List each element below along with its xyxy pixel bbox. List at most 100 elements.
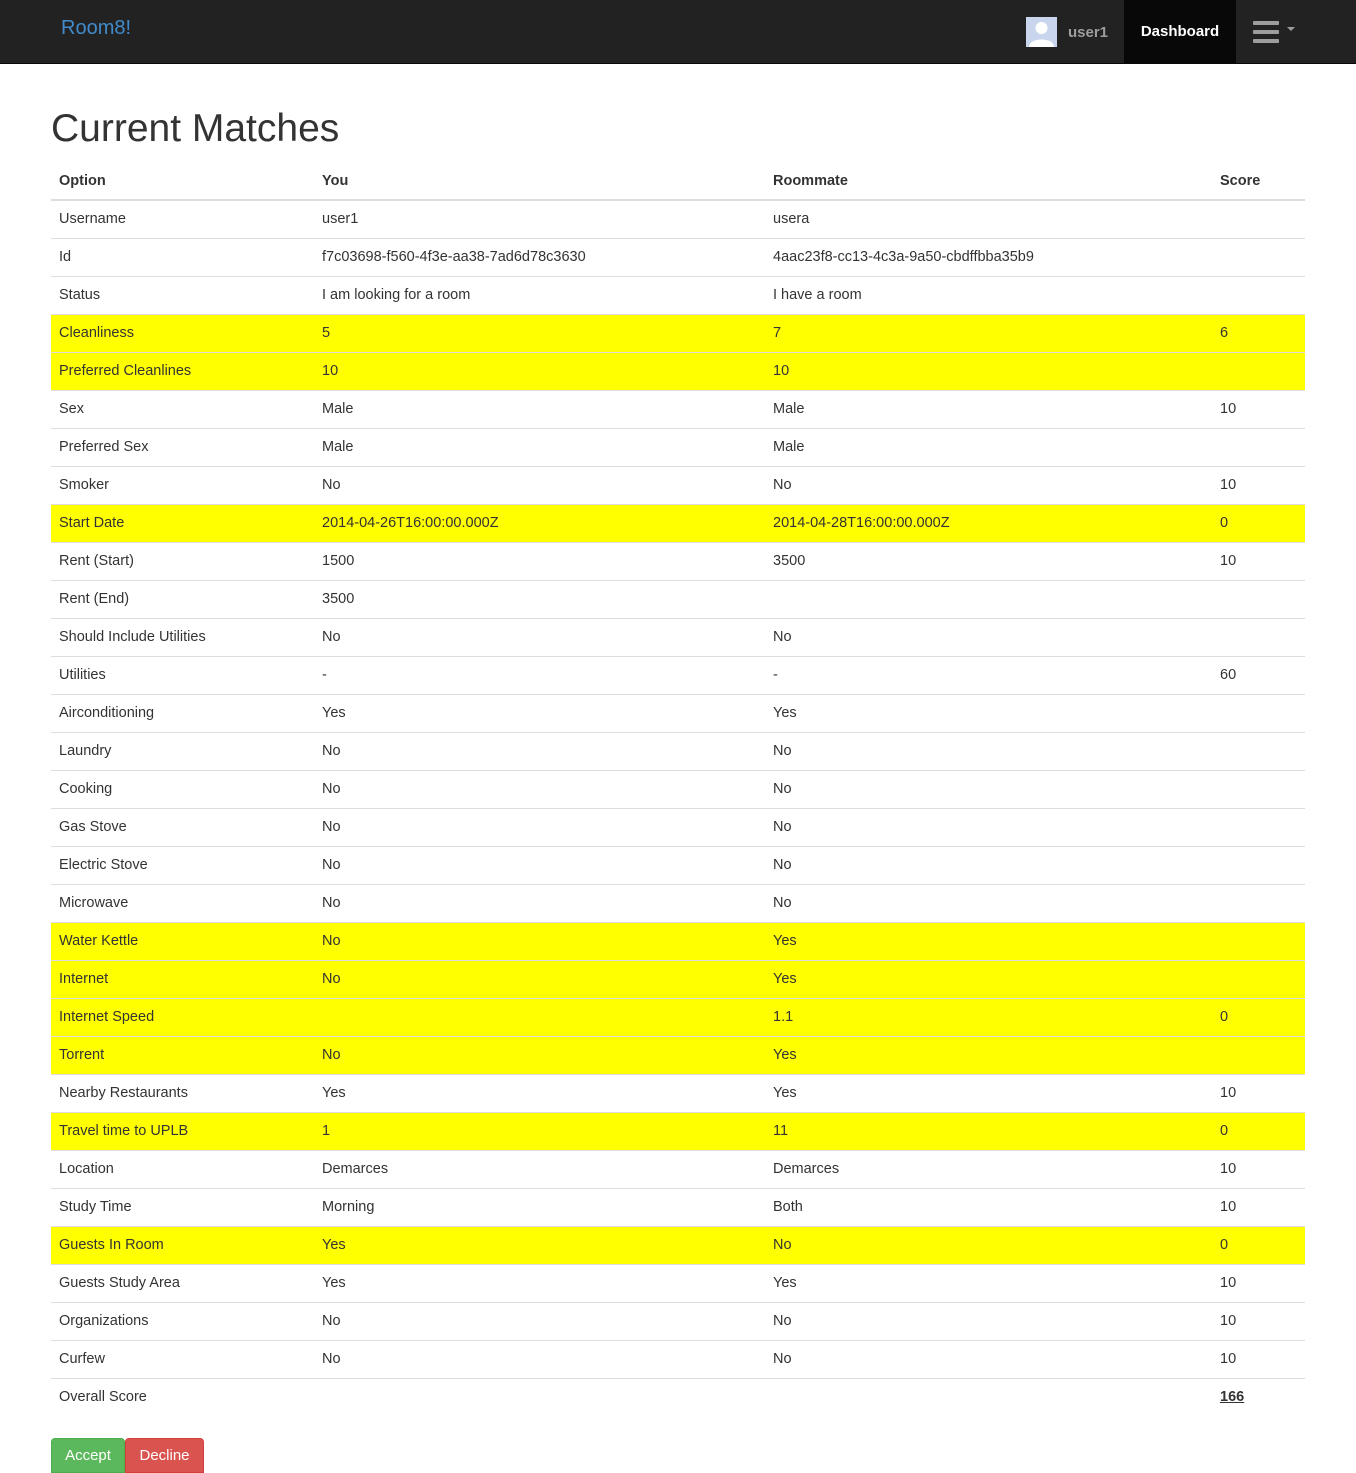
table-row: Should Include Utilities No No — [51, 617, 1305, 656]
option-cell: Internet Speed — [51, 997, 314, 1036]
table-row: Torrent No Yes — [51, 1035, 1305, 1074]
overall-score-row: Overall Score 166 — [51, 1377, 1305, 1416]
score-cell — [1212, 693, 1305, 732]
score-cell — [1212, 769, 1305, 808]
accept-button[interactable]: Accept — [51, 1438, 125, 1473]
roommate-cell: 10 — [765, 351, 1212, 390]
score-cell — [1212, 921, 1305, 960]
roommate-cell: No — [765, 807, 1212, 846]
table-row: Organizations No No 10 — [51, 1301, 1305, 1340]
option-cell: Start Date — [51, 503, 314, 542]
you-cell: No — [314, 883, 765, 922]
you-cell: Male — [314, 427, 765, 466]
you-cell: I am looking for a room — [314, 275, 765, 314]
option-cell: Cooking — [51, 769, 314, 808]
user-avatar-icon — [1026, 17, 1057, 47]
you-cell: Yes — [314, 1263, 765, 1302]
table-row: Electric Stove No No — [51, 845, 1305, 884]
table-row: Preferred Cleanlines 10 10 — [51, 351, 1305, 390]
roommate-cell: Yes — [765, 1263, 1212, 1302]
option-cell: Guests Study Area — [51, 1263, 314, 1302]
roommate-cell: I have a room — [765, 275, 1212, 314]
option-cell: Username — [59, 211, 126, 228]
score-cell: 10 — [1212, 1263, 1305, 1302]
score-cell: 10 — [1212, 1073, 1305, 1112]
option-cell: Electric Stove — [51, 845, 314, 884]
table-row: Internet No Yes — [51, 959, 1305, 998]
roommate-cell: Yes — [765, 959, 1212, 998]
roommate-cell: 2014-04-28T16:00:00.000Z — [765, 503, 1212, 542]
you-cell: f7c03698-f560-4f3e-aa38-7ad6d78c3630 — [314, 237, 765, 276]
score-cell — [1212, 807, 1305, 846]
option-cell: Utilities — [51, 655, 314, 694]
brand-link[interactable]: Room8! — [61, 15, 131, 41]
you-cell: Yes — [314, 1073, 765, 1112]
you-cell: 1 — [314, 1111, 765, 1150]
option-cell: Sex — [51, 389, 314, 428]
table-row: Location Demarces Demarces 10 — [51, 1149, 1305, 1188]
score-cell: 10 — [1212, 1187, 1305, 1226]
you-cell: No — [314, 1301, 765, 1340]
score-cell — [1212, 427, 1305, 466]
score-cell — [1212, 731, 1305, 770]
roommate-cell: No — [765, 769, 1212, 808]
you-cell: No — [314, 617, 765, 656]
option-cell: Cleanliness — [51, 313, 314, 352]
table-row: Internet Speed 1.1 0 — [51, 997, 1305, 1036]
table-body: Username user1 usera Id f7c03698-f560-4f3e-a… — [51, 200, 1305, 1416]
roommate-cell: Yes — [765, 693, 1212, 732]
option-cell: Id — [51, 237, 314, 276]
navbar: Room8! user1 Dashboard — [0, 0, 1356, 64]
user-menu[interactable]: user1 — [1026, 16, 1108, 48]
table-row: Start Date 2014-04-26T16:00:00.000Z 2014-0… — [51, 503, 1305, 542]
roommate-cell: No — [765, 883, 1212, 922]
overall-you-cell — [314, 1377, 765, 1416]
roommate-cell — [765, 579, 1212, 618]
option-cell: Organizations — [51, 1301, 314, 1340]
you-cell: No — [314, 731, 765, 770]
table-row: Water Kettle No Yes — [51, 921, 1305, 960]
score-cell — [1212, 959, 1305, 998]
you-cell: 10 — [314, 351, 765, 390]
table-row: Preferred Sex Male Male — [51, 427, 1305, 466]
option-cell: Travel time to UPLB — [51, 1111, 314, 1150]
table-row: Guests In Room Yes No 0 — [51, 1225, 1305, 1264]
you-cell: 5 — [314, 313, 765, 352]
score-cell — [1212, 200, 1305, 238]
you-cell — [314, 997, 765, 1036]
score-cell: 10 — [1212, 465, 1305, 504]
table-row: Status I am looking for a room I have a ro… — [51, 275, 1305, 314]
matches-table: Option You Roommate Score Username user1 u… — [51, 162, 1305, 1416]
roommate-cell: No — [765, 731, 1212, 770]
you-cell: No — [314, 807, 765, 846]
overall-score-value[interactable]: 166 — [1220, 1389, 1244, 1405]
roommate-cell: 3500 — [765, 541, 1212, 580]
option-cell: Smoker — [51, 465, 314, 504]
main-menu-toggle[interactable] — [1236, 0, 1312, 63]
column-header-score: Score — [1212, 162, 1305, 201]
roommate-cell: No — [765, 845, 1212, 884]
you-cell: 3500 — [314, 579, 765, 618]
roommate-cell: Demarces — [765, 1149, 1212, 1188]
table-row: Cleanliness 5 7 6 — [51, 313, 1305, 352]
dashboard-nav-link[interactable]: Dashboard — [1124, 0, 1236, 63]
table-row: Nearby Restaurants Yes Yes 10 — [51, 1073, 1305, 1112]
option-cell: Preferred Cleanlines — [51, 351, 314, 390]
option-cell: Rent (End) — [51, 579, 314, 618]
username-label[interactable]: user1 — [1068, 24, 1108, 41]
overall-roommate-cell — [765, 1377, 1212, 1416]
roommate-cell: Yes — [765, 1073, 1212, 1112]
option-cell: Internet — [51, 959, 314, 998]
table-row: Username user1 usera — [51, 200, 1305, 238]
table-row: Cooking No No — [51, 769, 1305, 808]
option-cell: Airconditioning — [51, 693, 314, 732]
table-row: Utilities - -60 — [51, 655, 1305, 694]
option-cell: Laundry — [51, 731, 314, 770]
roommate-cell: Yes — [765, 1035, 1212, 1074]
table-row: Microwave No No — [51, 883, 1305, 922]
you-cell: Male — [314, 389, 765, 428]
decline-button[interactable]: Decline — [125, 1438, 204, 1473]
table-row: Curfew No No 10 — [51, 1339, 1305, 1378]
you-cell: No — [314, 921, 765, 960]
option-cell: Microwave — [51, 883, 314, 922]
